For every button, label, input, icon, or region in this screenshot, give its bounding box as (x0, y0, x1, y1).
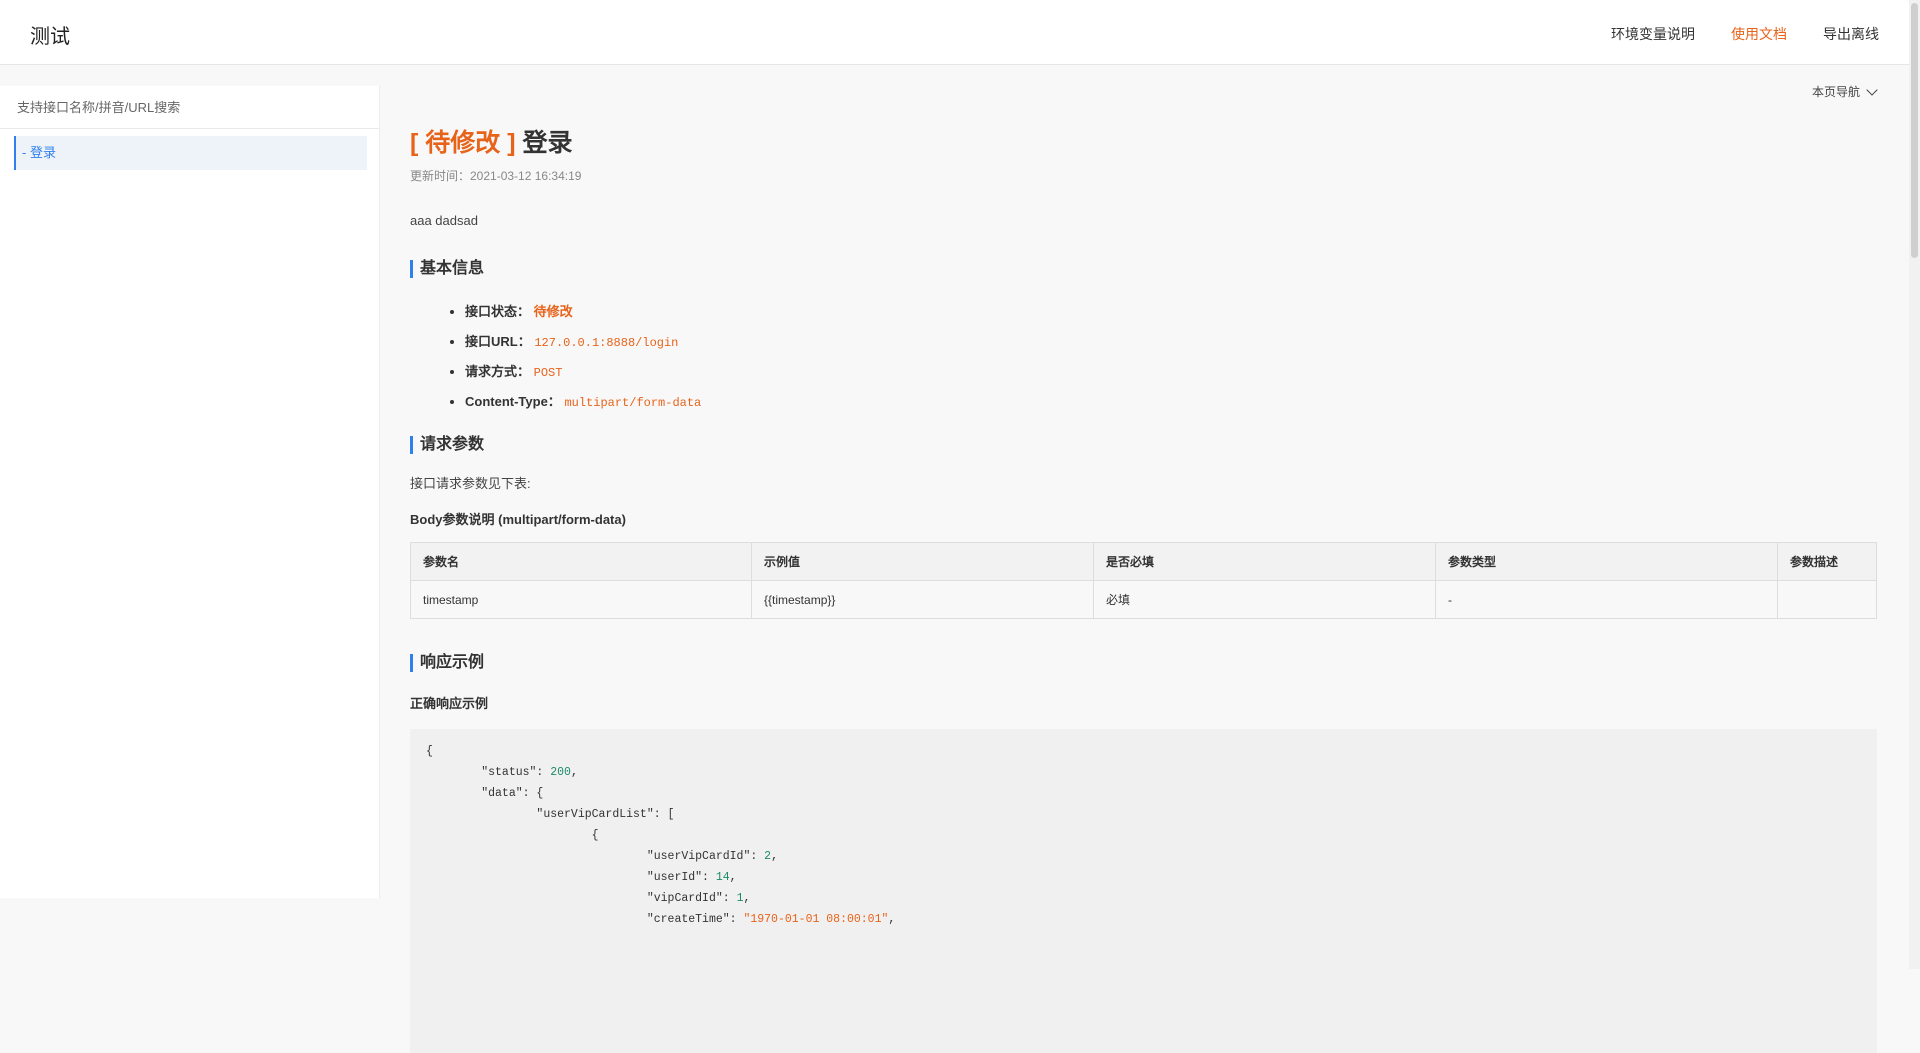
info-value: 127.0.0.1:8888/login (534, 336, 679, 350)
params-table: 参数名 示例值 是否必填 参数类型 参数描述 timestamp {{times… (410, 542, 1877, 619)
sidebar: - 登录 (0, 86, 380, 898)
code-line: { (426, 829, 599, 842)
col-header: 参数描述 (1777, 542, 1877, 581)
section-response: 响应示例 (410, 654, 1877, 672)
info-item-content-type: Content-Type： multipart/form-data (465, 392, 1877, 422)
doc-title: [ 待修改 ] 登录 (410, 126, 1877, 160)
top-nav: 环境变量说明 使用文档 导出离线 (1611, 24, 1879, 44)
table-row: timestamp {{timestamp}} 必填 - (410, 580, 1877, 619)
page-scrollbar[interactable] (1909, 0, 1920, 969)
table-header-row: 参数名 示例值 是否必填 参数类型 参数描述 (410, 542, 1877, 581)
status-tag: [ 待修改 ] (410, 129, 516, 157)
col-header: 示例值 (751, 542, 1094, 581)
col-header: 参数类型 (1435, 542, 1778, 581)
doc-main: [ 待修改 ] 登录 更新时间：2021-03-12 16:34:19 aaa … (410, 126, 1877, 1053)
table-cell (1777, 580, 1877, 619)
updated-time: 更新时间：2021-03-12 16:34:19 (410, 169, 582, 183)
table-cell: - (1435, 580, 1778, 619)
doc-title-text: 登录 (522, 129, 573, 157)
response-code-block: { "status": 200, "data": { "userVipCardL… (410, 729, 1877, 1053)
info-value: POST (533, 366, 563, 380)
basic-info-list: 接口状态： 待修改 接口URL： 127.0.0.1:8888/login 请求… (410, 302, 1877, 422)
table-cell: {{timestamp}} (751, 580, 1094, 619)
info-key: 请求方式： (465, 364, 531, 379)
code-line: "createTime": "1970-01-01 08:00:01", (426, 913, 896, 926)
table-cell: 必填 (1093, 580, 1436, 619)
code-line: "vipCardId": 1, (426, 892, 751, 905)
info-item-url: 接口URL： 127.0.0.1:8888/login (465, 332, 1877, 362)
code-line: "userVipCardList": [ (426, 808, 675, 821)
code-line: "data": { (426, 787, 544, 800)
chevron-down-icon (1866, 83, 1878, 96)
nav-usage-docs[interactable]: 使用文档 (1731, 24, 1787, 44)
info-item-method: 请求方式： POST (465, 362, 1877, 392)
nav-export-offline[interactable]: 导出离线 (1823, 24, 1879, 44)
info-value: multipart/form-data (564, 396, 702, 410)
code-line: "status": 200, (426, 766, 578, 779)
section-basic-info: 基本信息 (410, 260, 1877, 278)
table-cell: timestamp (410, 580, 752, 619)
info-key: 接口状态： (465, 304, 531, 319)
code-line: "userVipCardId": 2, (426, 850, 778, 863)
search-input[interactable] (0, 86, 379, 129)
section-request-params: 请求参数 (410, 436, 1877, 454)
doc-description: aaa dadsad (410, 213, 478, 228)
info-item-status: 接口状态： 待修改 (465, 302, 1877, 332)
code-line: { (426, 745, 433, 758)
app-title: 测试 (30, 26, 70, 48)
top-bar: 测试 环境变量说明 使用文档 导出离线 (0, 0, 1909, 65)
params-subheading: Body参数说明 (multipart/form-data) (410, 512, 626, 527)
params-intro: 接口请求参数见下表: (410, 476, 531, 491)
col-header: 是否必填 (1093, 542, 1436, 581)
scrollbar-thumb[interactable] (1911, 3, 1918, 258)
sidebar-item-login[interactable]: - 登录 (14, 136, 367, 170)
nav-env-vars[interactable]: 环境变量说明 (1611, 24, 1695, 44)
info-value: 待修改 (533, 304, 573, 319)
code-line: "userId": 14, (426, 871, 737, 884)
info-key: 接口URL： (465, 334, 531, 349)
col-header: 参数名 (410, 542, 752, 581)
info-key: Content-Type： (465, 394, 561, 409)
response-subheading: 正确响应示例 (410, 696, 489, 711)
page-nav-label: 本页导航 (1811, 85, 1860, 99)
page-nav-toggle[interactable]: 本页导航 (1811, 83, 1878, 100)
